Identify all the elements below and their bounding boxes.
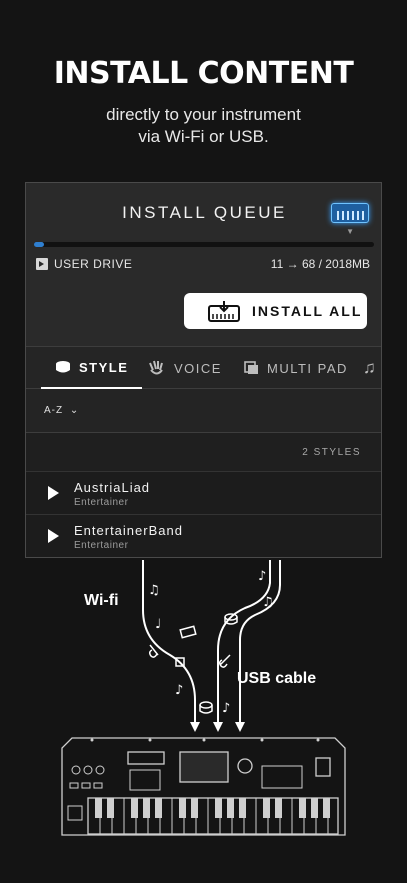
count-total: 68 / 2018MB bbox=[301, 257, 370, 271]
user-drive-indicator: USER DRIVE bbox=[36, 257, 132, 271]
svg-text:♪: ♪ bbox=[222, 701, 230, 716]
multi-pad-icon bbox=[244, 361, 258, 374]
chevron-down-icon: ⌄ bbox=[69, 405, 80, 416]
page-subtitle: directly to your instrument via Wi-Fi or… bbox=[0, 104, 407, 148]
sort-label: A-Z bbox=[44, 405, 64, 416]
tab-more[interactable]: ♫ bbox=[363, 347, 377, 389]
tab-voice-label: VOICE bbox=[174, 360, 222, 376]
install-count: 11 → 68 / 2018MB bbox=[271, 257, 370, 271]
wifi-label: Wi-fi bbox=[84, 592, 119, 609]
play-icon[interactable] bbox=[48, 486, 59, 500]
svg-text:♪: ♪ bbox=[175, 683, 183, 698]
music-note-icon: ♫ bbox=[363, 358, 378, 377]
style-drum-icon bbox=[56, 361, 70, 373]
drive-label: USER DRIVE bbox=[54, 257, 133, 271]
keyboard-device-icon[interactable] bbox=[331, 203, 369, 223]
count-arrow: → bbox=[286, 257, 299, 271]
install-progress-fill bbox=[34, 242, 45, 247]
svg-text:♪: ♪ bbox=[258, 569, 266, 584]
tab-style-label: STYLE bbox=[79, 359, 129, 375]
svg-text:♫: ♫ bbox=[262, 595, 274, 610]
play-icon[interactable] bbox=[48, 529, 59, 543]
item-category: Entertainer bbox=[74, 497, 129, 508]
page-headline: INSTALL CONTENT bbox=[53, 56, 354, 91]
svg-text:♩: ♩ bbox=[155, 617, 161, 632]
tab-voice[interactable]: VOICE bbox=[148, 347, 222, 389]
install-queue-title: INSTALL QUEUE bbox=[122, 203, 287, 222]
subtitle-line-1: directly to your instrument bbox=[106, 105, 301, 124]
count-start: 11 bbox=[270, 257, 284, 271]
list-item[interactable]: EntertainerBand Entertainer bbox=[26, 514, 381, 557]
app-screenshot-panel: INSTALL QUEUE ▼ USER DRIVE 11 → 68 / 201… bbox=[25, 182, 382, 558]
tab-style[interactable]: STYLE bbox=[41, 347, 143, 389]
subtitle-line-2: via Wi-Fi or USB. bbox=[138, 127, 269, 146]
tab-multi-pad-label: MULTI PAD bbox=[267, 360, 348, 376]
styles-count-row: 2 STYLES bbox=[26, 433, 381, 471]
connection-illustration: ♫ ♩ ♪ ♫ ♪ ♪ bbox=[61, 560, 346, 836]
tab-multi-pad[interactable]: MULTI PAD bbox=[244, 347, 348, 389]
usb-cable-label: USB cable bbox=[237, 670, 317, 687]
voice-hand-icon bbox=[149, 360, 163, 375]
list-item[interactable]: AustriaLiad Entertainer bbox=[26, 471, 381, 514]
install-keyboard-icon bbox=[208, 301, 240, 322]
category-tabs: STYLE VOICE MULTI PAD ♫ bbox=[26, 346, 381, 389]
install-progress-bar bbox=[34, 242, 374, 247]
item-name: EntertainerBand bbox=[74, 523, 183, 538]
svg-text:♫: ♫ bbox=[148, 583, 160, 598]
install-all-button[interactable]: INSTALL ALL bbox=[184, 293, 367, 329]
drive-icon bbox=[36, 258, 48, 270]
install-all-label: INSTALL ALL bbox=[252, 303, 363, 319]
sort-dropdown[interactable]: A-Z ⌄ bbox=[44, 405, 79, 416]
device-dropdown-caret-icon[interactable]: ▼ bbox=[346, 227, 354, 236]
item-category: Entertainer bbox=[74, 540, 129, 551]
sort-row: A-Z ⌄ bbox=[26, 389, 381, 433]
usb-line bbox=[239, 560, 281, 730]
styles-count: 2 STYLES bbox=[302, 447, 361, 458]
item-name: AustriaLiad bbox=[74, 480, 151, 495]
